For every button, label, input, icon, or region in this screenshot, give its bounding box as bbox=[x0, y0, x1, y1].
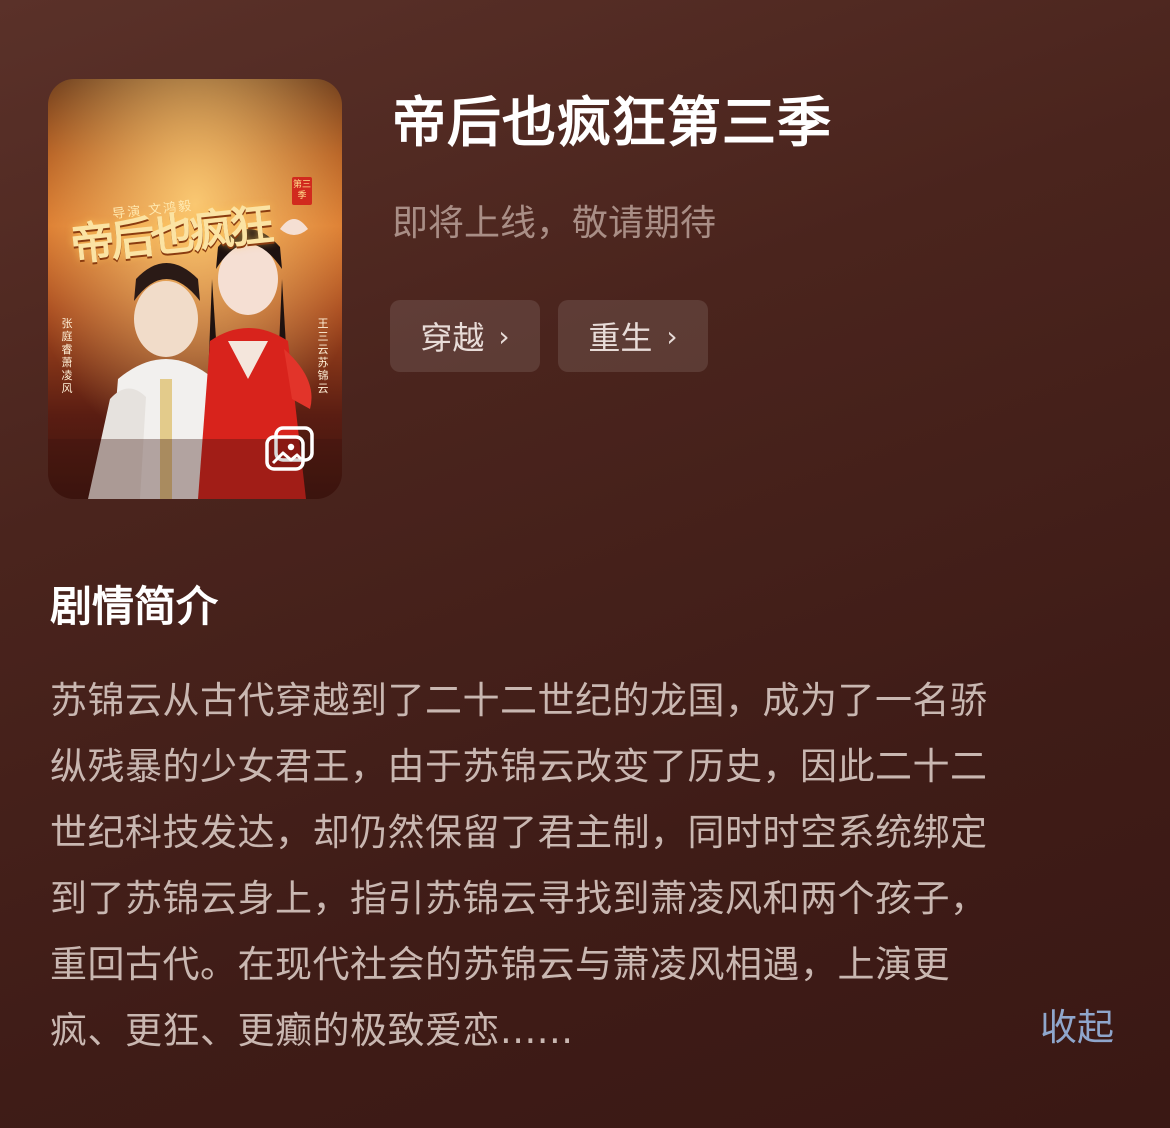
gallery-icon[interactable] bbox=[264, 426, 316, 472]
synopsis-line: 世纪科技发达，却仍然保留了君主制，同时时空系统绑定 bbox=[50, 811, 988, 854]
poster-cast-right: 王三云 苏锦云 bbox=[317, 317, 329, 395]
synopsis-text: 苏锦云从古代穿越到了二十二世纪的龙国，成为了一名骄 纵残暴的少女君王，由于苏锦云… bbox=[50, 668, 1110, 1064]
poster-season-badge: 第三季 bbox=[292, 177, 312, 205]
synopsis-line: 疯、更狂、更癫的极致爱恋...... bbox=[50, 1009, 574, 1052]
tag-chip-time-travel[interactable]: 穿越 › bbox=[390, 300, 540, 372]
chevron-right-icon: › bbox=[666, 319, 678, 353]
drama-title: 帝后也疯狂第三季 bbox=[392, 91, 832, 154]
synopsis-line: 纵残暴的少女君王，由于苏锦云改变了历史，因此二十二 bbox=[50, 745, 988, 788]
synopsis-line: 苏锦云从古代穿越到了二十二世纪的龙国，成为了一名骄 bbox=[50, 679, 988, 722]
synopsis-heading: 剧情简介 bbox=[50, 582, 219, 631]
tag-label: 重生 bbox=[588, 319, 653, 357]
tag-chip-rebirth[interactable]: 重生 › bbox=[558, 300, 708, 372]
tag-label: 穿越 bbox=[420, 319, 485, 357]
synopsis-line: 重回古代。在现代社会的苏锦云与萧凌风相遇，上演更 bbox=[50, 943, 950, 986]
poster-cast-left: 张庭睿 萧凌风 bbox=[61, 317, 73, 395]
chevron-right-icon: › bbox=[498, 319, 510, 353]
synopsis-line: 到了苏锦云身上，指引苏锦云寻找到萧凌风和两个孩子， bbox=[50, 877, 988, 920]
collapse-button[interactable]: 收起 bbox=[1040, 998, 1114, 1058]
release-status: 即将上线，敬请期待 bbox=[392, 203, 717, 244]
